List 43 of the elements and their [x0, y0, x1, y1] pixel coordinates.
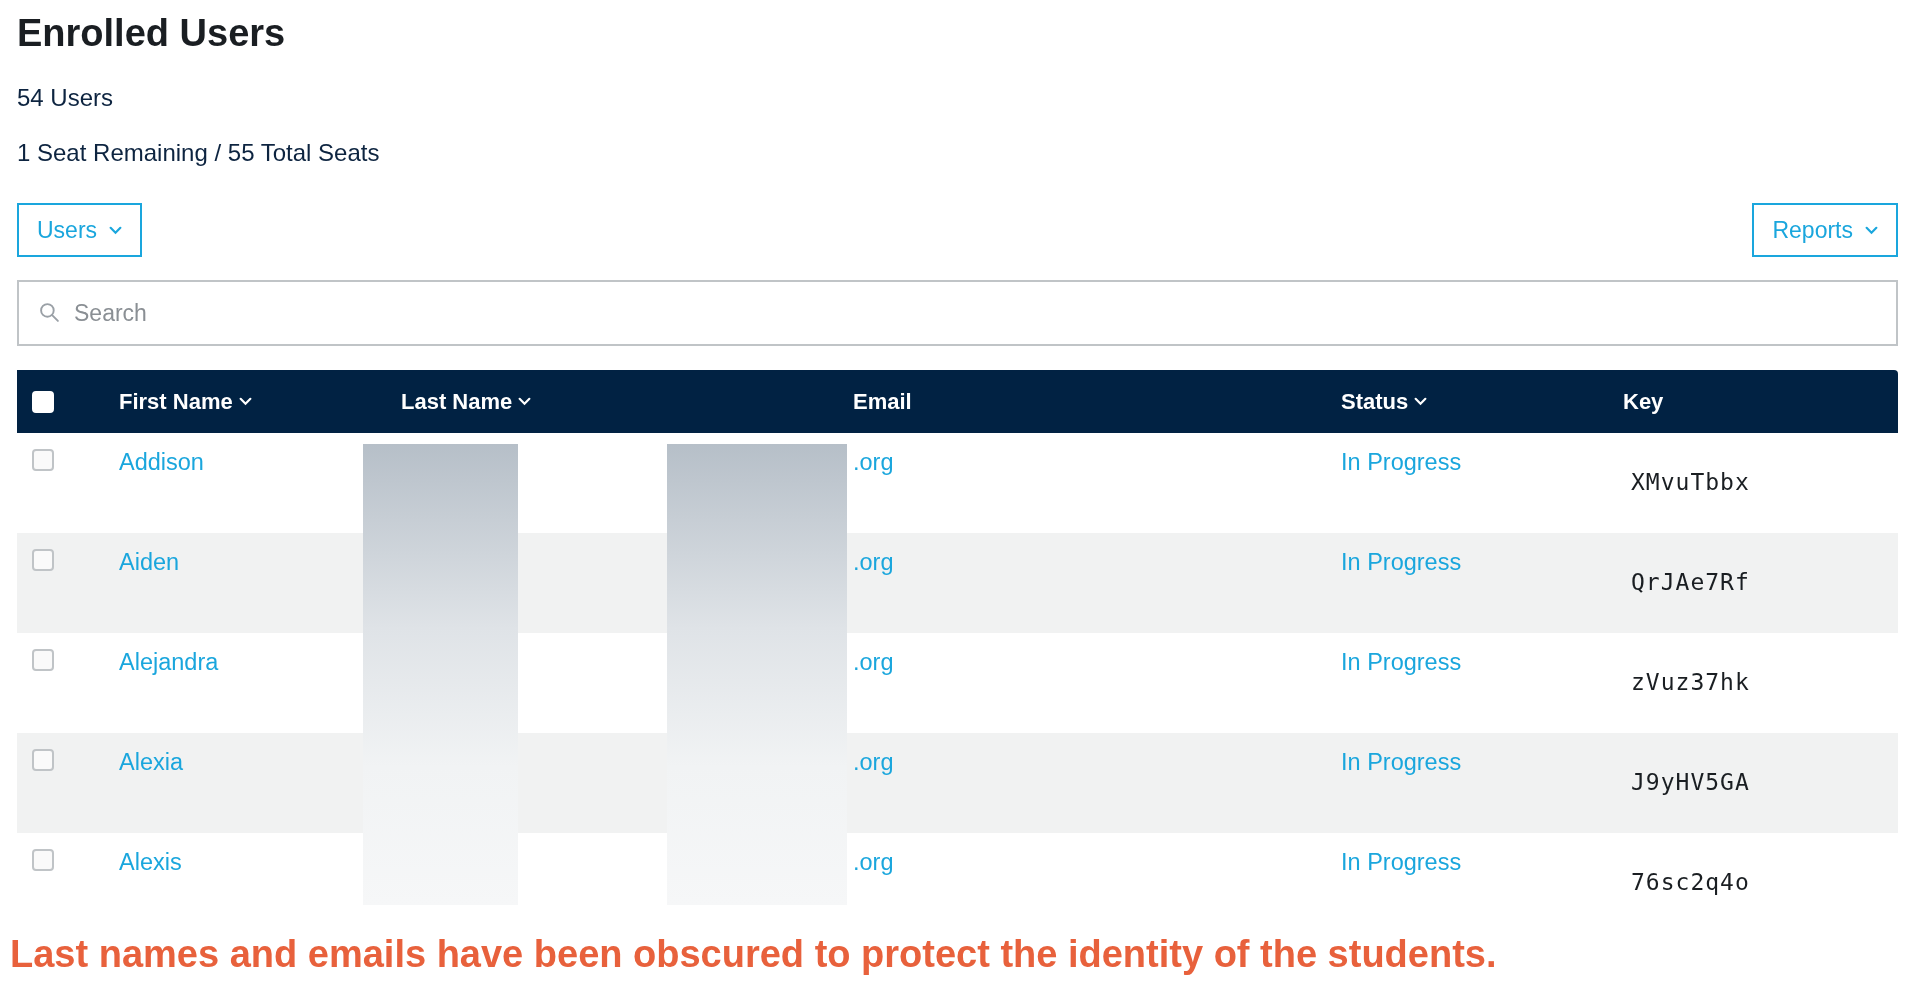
column-header[interactable]: Last Name [401, 388, 532, 415]
search-field[interactable]: Search [17, 280, 1898, 346]
status-link[interactable]: In Progress [1341, 849, 1462, 875]
row-checkbox[interactable] [32, 849, 54, 871]
column-header[interactable]: Status [1341, 388, 1428, 415]
caret-icon [1414, 397, 1428, 406]
users-dropdown[interactable]: Users [17, 203, 143, 257]
caret-icon [238, 397, 252, 406]
row-checkbox[interactable] [32, 749, 54, 771]
key-text: QrJAe7Rf [1631, 569, 1750, 595]
seat-summary: 1 Seat Remaining / 55 Total Seats [17, 139, 381, 167]
first-name-link[interactable]: Alexis [119, 849, 182, 875]
email-link[interactable]: .org [853, 449, 894, 475]
email-link[interactable]: .org [853, 849, 894, 875]
row-checkbox[interactable] [32, 449, 54, 471]
user-count: 54 Users [17, 84, 115, 112]
page-title: Enrolled Users [17, 11, 287, 54]
row-checkbox[interactable] [32, 649, 54, 671]
status-link[interactable]: In Progress [1341, 549, 1462, 575]
row-checkbox[interactable] [32, 549, 54, 571]
caret-icon [1865, 225, 1878, 235]
column-header: Key [1623, 388, 1664, 415]
email-link[interactable]: .org [853, 649, 894, 675]
key-text: XMvuTbbx [1631, 469, 1750, 495]
key-text: zVuz37hk [1631, 669, 1750, 695]
first-name-link[interactable]: Addison [119, 449, 204, 475]
reports-dropdown[interactable]: Reports [1752, 203, 1898, 257]
status-link[interactable]: In Progress [1341, 449, 1462, 475]
first-name-link[interactable]: Aiden [119, 549, 180, 575]
status-link[interactable]: In Progress [1341, 749, 1462, 775]
select-all-checkbox[interactable] [32, 390, 54, 413]
status-link[interactable]: In Progress [1341, 649, 1462, 675]
email-link[interactable]: .org [853, 549, 894, 575]
first-name-link[interactable]: Alejandra [119, 649, 219, 675]
notice-text: Last names and emails have been obscured to protect the identity of the students. [10, 933, 1498, 976]
email-link[interactable]: .org [853, 749, 894, 775]
caret-icon [109, 225, 123, 235]
column-header[interactable]: First Name [119, 388, 252, 415]
key-text: 76sc2q4o [1631, 869, 1750, 895]
key-text: J9yHV5GA [1631, 769, 1750, 795]
first-name-link[interactable]: Alexia [119, 749, 183, 775]
column-header: Email [853, 388, 912, 415]
caret-icon [518, 397, 532, 406]
